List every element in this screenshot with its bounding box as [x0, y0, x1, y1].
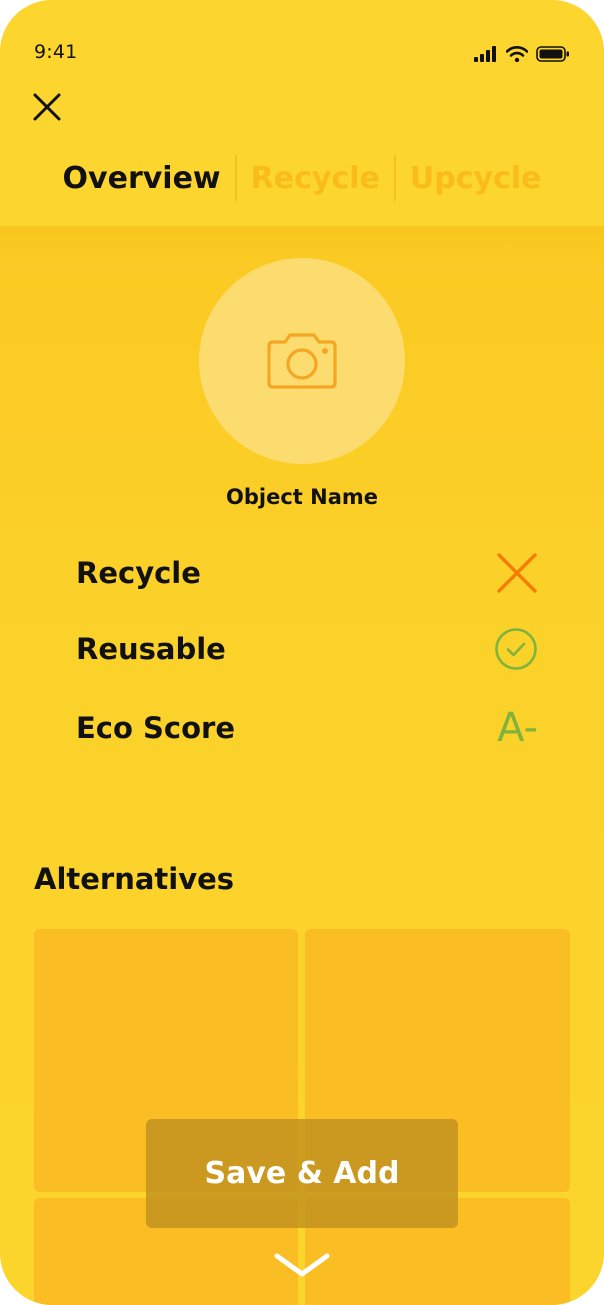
object-photo-button[interactable] — [199, 258, 405, 464]
tab-upcycle[interactable]: Upcycle — [396, 161, 556, 196]
check-circle-icon — [495, 628, 537, 670]
object-name: Object Name — [226, 485, 378, 509]
app-screen: 9:41 Overview Recycle Upcycle Object Nam… — [0, 0, 604, 1305]
tab-overview[interactable]: Overview — [49, 161, 235, 196]
cross-icon — [497, 553, 537, 593]
close-icon — [33, 93, 61, 121]
expand-button[interactable] — [272, 1250, 332, 1280]
wifi-icon — [506, 46, 528, 62]
camera-icon — [267, 333, 337, 389]
attribute-label: Recycle — [76, 556, 201, 590]
status-time: 9:41 — [34, 41, 78, 63]
attribute-value — [496, 548, 538, 598]
status-icons — [474, 44, 570, 64]
tab-recycle[interactable]: Recycle — [237, 161, 394, 196]
battery-icon — [536, 46, 569, 62]
save-and-add-button[interactable]: Save & Add — [146, 1119, 458, 1228]
tab-bar: Overview Recycle Upcycle — [0, 152, 604, 204]
attribute-label: Reusable — [76, 632, 226, 666]
attribute-label: Eco Score — [76, 711, 235, 745]
attribute-row-recycle: Recycle — [76, 548, 546, 598]
attribute-value — [494, 624, 538, 674]
close-button[interactable] — [30, 90, 64, 124]
attribute-row-reusable: Reusable — [76, 624, 546, 674]
chevron-down-icon — [274, 1253, 330, 1277]
signal-icon — [474, 46, 496, 62]
attribute-row-eco-score: Eco Score A- — [76, 703, 546, 753]
alternatives-title: Alternatives — [34, 862, 235, 896]
eco-score-value: A- — [497, 705, 538, 751]
attribute-value: A- — [497, 703, 538, 753]
